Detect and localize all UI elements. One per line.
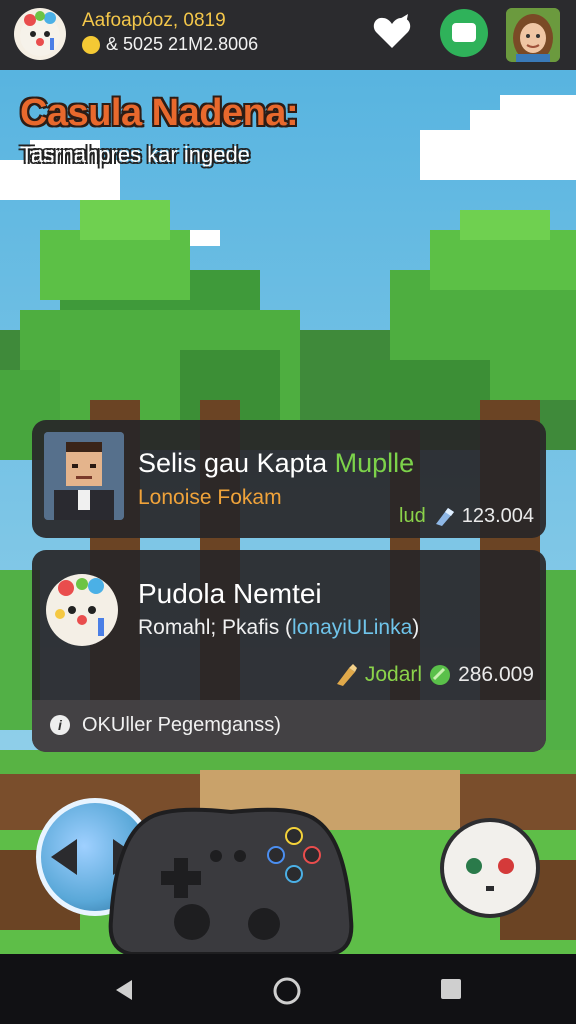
player-2-subtitle-end: ) bbox=[412, 616, 420, 639]
man-portrait-icon bbox=[44, 432, 124, 520]
player-1-name-text: Selis gau Kapta bbox=[138, 448, 328, 478]
player-2-subtitle-text: Romahl; Pkafis ( bbox=[138, 616, 293, 639]
info-icon: i bbox=[50, 715, 70, 735]
player-2-avatar bbox=[46, 574, 118, 646]
player-1-name-highlight: Muplle bbox=[334, 448, 415, 478]
player-portrait bbox=[44, 432, 124, 520]
player-2-stat: Jodarl 286.009 bbox=[333, 662, 534, 688]
player-2-subtitle-highlight: lonayiULinka bbox=[292, 616, 413, 639]
action-button[interactable] bbox=[440, 818, 540, 918]
home-icon[interactable] bbox=[272, 976, 302, 1006]
player-1-stat-value: 123.004 bbox=[461, 504, 534, 527]
player-card-1[interactable]: Selis gau Kapta Muplle Lonoise Fokam lud… bbox=[32, 420, 546, 538]
currency-display: & 5025 21M2.8006 bbox=[82, 34, 258, 55]
player-avatar[interactable] bbox=[14, 8, 66, 60]
player-1-stat: lud 123.004 bbox=[399, 504, 534, 528]
player-name: Aafoapóoz, 0819 bbox=[82, 10, 226, 31]
player-2-name: Pudola Nemtei bbox=[138, 578, 322, 609]
player-1-name: Selis gau Kapta Muplle bbox=[138, 448, 414, 479]
game-subtitle: Tasrnahpres kar ingede bbox=[20, 142, 250, 167]
currency-value: & 5025 21M2.8006 bbox=[106, 34, 259, 54]
player-1-stat-label: lud bbox=[399, 504, 426, 527]
top-bar: Aafoapóoz, 0819 & 5025 21M2.8006 bbox=[0, 0, 576, 70]
player-1-subtitle: Lonoise Fokam bbox=[138, 486, 282, 509]
player-2-stat-value: 286.009 bbox=[458, 663, 534, 686]
chat-button[interactable] bbox=[440, 9, 488, 57]
game-title: Casula Nadena: bbox=[20, 92, 299, 134]
clown-avatar-icon bbox=[54, 578, 110, 640]
heart-icon bbox=[373, 14, 411, 48]
crystal-icon bbox=[435, 508, 454, 526]
coin-icon bbox=[82, 35, 100, 54]
player-2-subtitle: Romahl; Pkafis (lonayiULinka) bbox=[138, 616, 419, 640]
chat-icon bbox=[452, 23, 476, 42]
face-icon bbox=[466, 858, 514, 891]
gem-icon bbox=[430, 665, 451, 685]
card-footer[interactable]: i OKUller Pegemganss) bbox=[32, 700, 546, 752]
bullet-icon bbox=[336, 664, 357, 686]
back-icon[interactable] bbox=[112, 978, 136, 1002]
player-2-stat-label: Jodarl bbox=[364, 663, 423, 686]
friend-avatar[interactable] bbox=[506, 8, 560, 62]
clown-avatar-icon bbox=[20, 11, 60, 56]
footer-text: OKUller Pegemganss) bbox=[82, 714, 281, 736]
favorite-button[interactable] bbox=[372, 14, 412, 52]
system-nav-bar bbox=[0, 954, 576, 1024]
friend-portrait-icon bbox=[506, 8, 560, 62]
player-card-2[interactable]: Pudola Nemtei Romahl; Pkafis (lonayiULin… bbox=[32, 550, 546, 752]
recents-icon[interactable] bbox=[440, 978, 462, 1000]
gamepad-icon bbox=[108, 807, 354, 954]
